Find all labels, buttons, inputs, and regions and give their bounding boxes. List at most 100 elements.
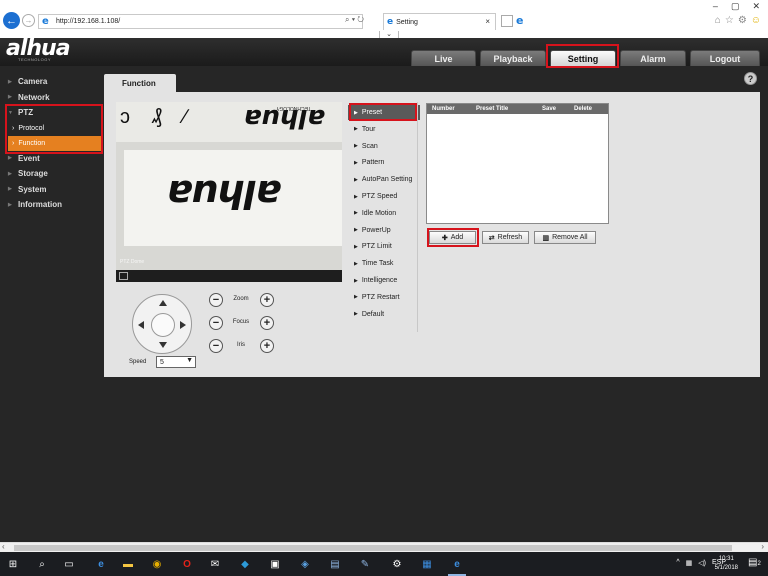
address-bar[interactable]: e http://192.168.1.108/ (38, 14, 363, 29)
gear-icon[interactable]: ⚙ (738, 15, 747, 26)
trash-icon: ▥ (542, 234, 550, 242)
collapse-icon: ▼ (8, 109, 13, 116)
sidebar-item-storage[interactable]: ▶ Storage (0, 166, 104, 182)
sidebar-item-information[interactable]: ▶ Information (0, 197, 104, 213)
menu-item-pattern[interactable]: ▶ Pattern (348, 155, 420, 172)
sidebar-item-camera[interactable]: ▶ Camera (0, 74, 104, 90)
menu-item-label: PowerUp (361, 226, 391, 234)
browser-tab[interactable]: e Setting × (383, 13, 496, 30)
right-arrow-icon[interactable] (180, 321, 186, 329)
close-button[interactable]: ✕ (752, 1, 760, 12)
menu-item-autopan-setting[interactable]: ▶ AutoPan Setting (348, 171, 420, 188)
fullscreen-icon[interactable] (119, 272, 128, 280)
minimize-button[interactable]: – (713, 1, 718, 12)
search-icon[interactable]: ⌕ (35, 557, 49, 571)
app-icon[interactable]: ◆ (238, 557, 252, 571)
media-icon[interactable]: ▦ (420, 557, 434, 571)
zoom-out-button[interactable]: − (209, 293, 223, 307)
editor-icon[interactable]: ▤ (328, 557, 342, 571)
opera-icon[interactable]: O (180, 557, 194, 571)
menu-item-tour[interactable]: ▶ Tour (348, 121, 420, 138)
tab-playback[interactable]: Playback (480, 50, 546, 66)
menu-item-label: PTZ Limit (361, 243, 392, 251)
address-tools[interactable]: ⌕ ▾ ↻ (345, 15, 364, 25)
ptz-direction-pad (132, 294, 192, 354)
scroll-left-icon[interactable]: ‹ (2, 542, 5, 551)
file-explorer-icon[interactable]: ▬ (121, 557, 135, 571)
settings-icon[interactable]: ⚙ (390, 557, 404, 571)
menu-item-default[interactable]: ▶ Default (348, 306, 420, 323)
dpad-center-button[interactable] (151, 313, 175, 337)
menu-item-preset[interactable]: ▶ Preset (348, 105, 420, 120)
menu-item-time-task[interactable]: ▶ Time Task (348, 255, 420, 272)
menu-item-ptz-limit[interactable]: ▶ PTZ Limit (348, 239, 420, 256)
zoom-in-button[interactable]: + (260, 293, 274, 307)
maximize-button[interactable]: ▢ (731, 1, 740, 12)
page-title-tab[interactable]: Function (104, 74, 176, 92)
menu-item-intelligence[interactable]: ▶ Intelligence (348, 272, 420, 289)
mail-icon[interactable]: ✉ (208, 557, 222, 571)
clock[interactable]: 10:31 5/1/2018 (715, 555, 738, 573)
up-arrow-icon[interactable] (159, 300, 167, 306)
new-tab-button[interactable] (501, 15, 513, 27)
chrome-icon[interactable]: ◉ (150, 557, 164, 571)
sidebar-item-network[interactable]: ▶ Network (0, 90, 104, 106)
triangle-icon: ▶ (354, 176, 358, 183)
sidebar-item-ptz[interactable]: ▼ PTZ (0, 105, 104, 121)
volume-icon[interactable]: ◁) (698, 559, 706, 567)
star-icon[interactable]: ☆ (725, 15, 734, 26)
home-icon[interactable]: ⌂ (715, 15, 721, 26)
focus-out-button[interactable]: − (209, 316, 223, 330)
sidebar-subitem-function[interactable]: › Function (8, 135, 101, 151)
refresh-icon: ⇄ (488, 234, 495, 242)
tab-alarm[interactable]: Alarm (620, 50, 686, 66)
forward-button[interactable]: → (22, 14, 35, 27)
chevron-right-icon: › (12, 139, 15, 147)
terminal-icon[interactable]: ▣ (268, 557, 282, 571)
refresh-button[interactable]: ⇄ Refresh (482, 231, 529, 244)
focus-in-button[interactable]: + (260, 316, 274, 330)
network-app-icon[interactable]: ◈ (298, 557, 312, 571)
remove-all-button[interactable]: ▥ Remove All (534, 231, 596, 244)
iris-close-button[interactable]: − (209, 339, 223, 353)
menu-item-ptz-speed[interactable]: ▶ PTZ Speed (348, 188, 420, 205)
triangle-icon: ▶ (354, 227, 358, 234)
menu-item-label: Idle Motion (361, 209, 397, 217)
iris-open-button[interactable]: + (260, 339, 274, 353)
tab-setting[interactable]: Setting (550, 50, 616, 66)
back-button[interactable]: ← (3, 12, 20, 29)
network-icon[interactable]: ▦ (686, 559, 693, 567)
notification-icon[interactable]: ▤2 (748, 557, 762, 571)
horizontal-scrollbar[interactable]: ‹ › (0, 542, 768, 552)
menu-item-ptz-restart[interactable]: ▶ PTZ Restart (348, 289, 420, 306)
sidebar-item-label: Event (18, 153, 40, 163)
start-icon[interactable]: ⊞ (6, 557, 20, 571)
sidebar-item-event[interactable]: ▶ Event (0, 151, 104, 167)
tab-live[interactable]: Live (411, 50, 476, 66)
tab-close-icon[interactable]: × (485, 17, 490, 26)
menu-item-idle-motion[interactable]: ▶ Idle Motion (348, 205, 420, 222)
triangle-icon: ▶ (354, 143, 358, 150)
left-arrow-icon[interactable] (138, 321, 144, 329)
paint-icon[interactable]: ✎ (358, 557, 372, 571)
add-button[interactable]: ✚ Add (429, 231, 476, 244)
sidebar-subitem-protocol[interactable]: › Protocol (8, 121, 101, 136)
smiley-icon[interactable]: ☺ (751, 15, 761, 26)
edge-icon[interactable]: e (94, 557, 108, 571)
menu-item-label: Preset (361, 109, 383, 116)
help-icon[interactable]: ? (744, 72, 757, 85)
scroll-right-icon[interactable]: › (761, 542, 764, 551)
sidebar-subitem-label: Protocol (18, 124, 45, 132)
sidebar-item-system[interactable]: ▶ System (0, 182, 104, 198)
address-url: http://192.168.1.108/ (56, 18, 121, 25)
menu-item-powerup[interactable]: ▶ PowerUp (348, 222, 420, 239)
down-arrow-icon[interactable] (159, 342, 167, 348)
task-view-icon[interactable]: ▭ (62, 557, 76, 571)
speed-select[interactable]: 5 ▼ (156, 356, 196, 368)
tab-logout[interactable]: Logout (690, 50, 760, 66)
scroll-thumb[interactable] (14, 545, 732, 551)
menu-item-scan[interactable]: ▶ Scan (348, 138, 420, 155)
chevron-up-icon[interactable]: ^ (676, 559, 679, 567)
sidebar-item-label: Network (18, 92, 50, 102)
internet-explorer-icon[interactable]: e (448, 557, 466, 576)
